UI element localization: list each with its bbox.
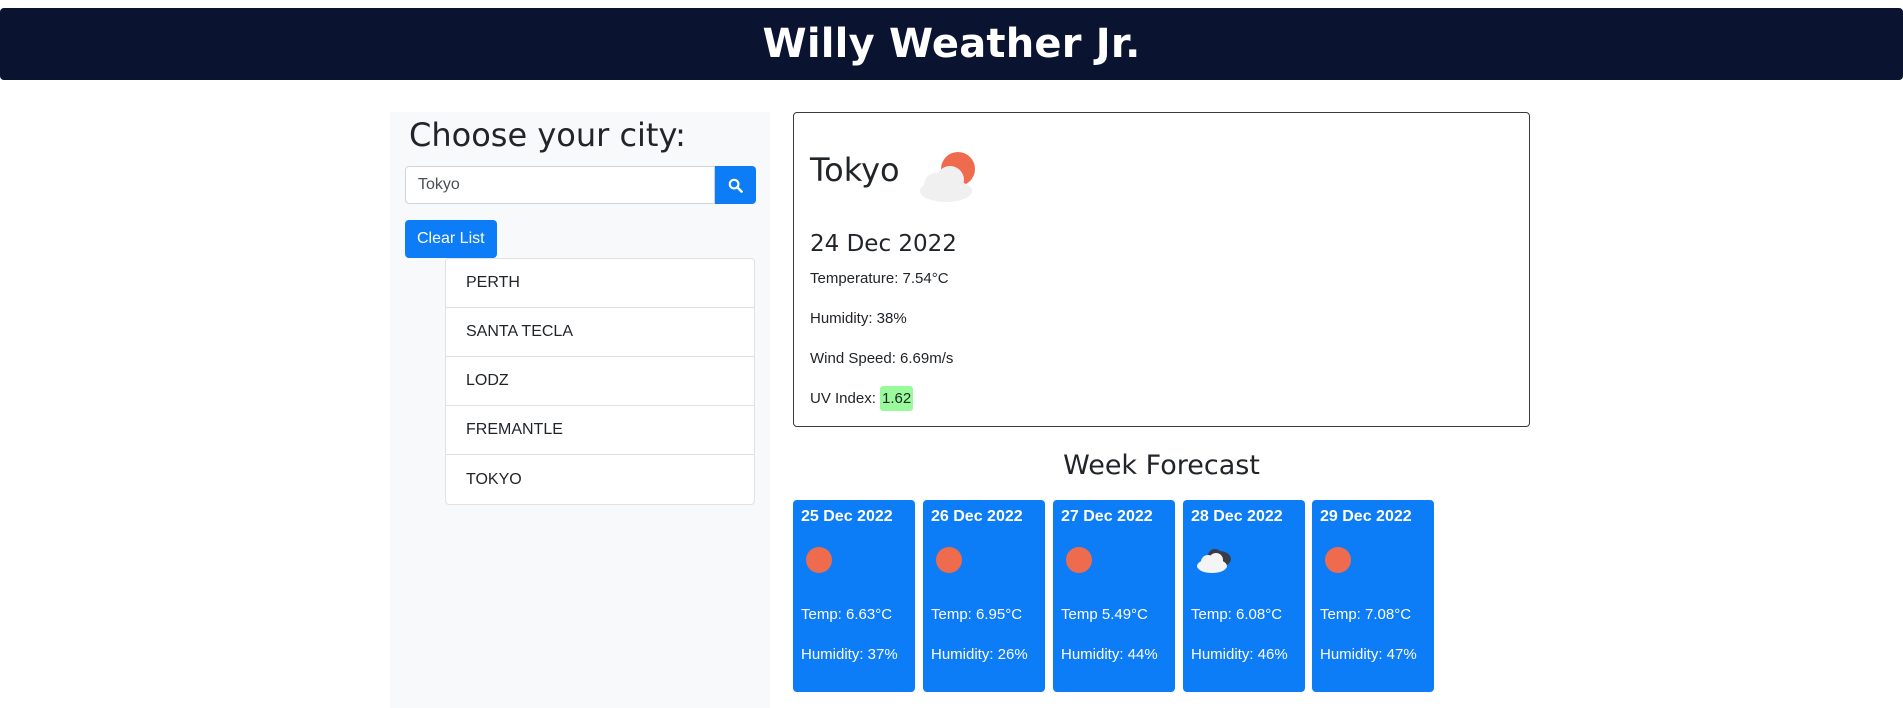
search-icon [728, 178, 743, 193]
uv-index-label: UV Index: [810, 390, 881, 407]
forecast-humidity: Humidity: 47% [1320, 646, 1417, 663]
forecast-day-card: 27 Dec 2022 Temp 5.49°C Humidity: 44% [1053, 500, 1175, 692]
forecast-date: 27 Dec 2022 [1061, 508, 1153, 525]
search-row [405, 166, 756, 204]
forecast-temp: Temp: 6.63°C [801, 606, 893, 623]
app-title: Willy Weather Jr. [762, 21, 1141, 67]
forecast-date: 25 Dec 2022 [801, 508, 893, 525]
app-header: Willy Weather Jr. [0, 8, 1903, 80]
current-uv-index: UV Index: 1.62 [810, 386, 914, 411]
forecast-day-card: 25 Dec 2022 Temp: 6.63°C Humidity: 37% [793, 500, 915, 692]
sun-icon [1325, 547, 1351, 573]
forecast-temp: Temp: 6.95°C [931, 606, 1023, 623]
forecast-humidity: Humidity: 37% [801, 646, 898, 663]
sun-icon [806, 547, 832, 573]
clear-list-button[interactable]: Clear List [405, 220, 497, 258]
city-list-item[interactable]: PERTH [446, 259, 754, 308]
current-city-name: Tokyo [810, 151, 900, 189]
forecast-date: 29 Dec 2022 [1320, 508, 1412, 525]
forecast-day-card: 29 Dec 2022 Temp: 7.08°C Humidity: 47% [1312, 500, 1434, 692]
forecast-day-card: 28 Dec 2022 Temp: 6.08°C Humidity: 46% [1183, 500, 1305, 692]
forecast-day-card: 26 Dec 2022 Temp: 6.95°C Humidity: 26% [923, 500, 1045, 692]
current-humidity: Humidity: 38% [810, 310, 907, 327]
forecast-humidity: Humidity: 46% [1191, 646, 1288, 663]
city-search-input[interactable] [405, 166, 715, 204]
city-list-item[interactable]: LODZ [446, 357, 754, 406]
current-wind-speed: Wind Speed: 6.69m/s [810, 350, 954, 367]
forecast-humidity: Humidity: 26% [931, 646, 1028, 663]
forecast-temp: Temp: 6.08°C [1191, 606, 1283, 623]
forecast-temp: Temp: 7.08°C [1320, 606, 1412, 623]
current-weather-card: Tokyo 24 Dec 2022 Temperature: 7.54°C Hu… [793, 112, 1530, 427]
sun-behind-cloud-icon [920, 152, 975, 202]
dark-cloud-icon [1197, 549, 1231, 573]
sidebar-heading: Choose your city: [409, 116, 686, 154]
uv-index-badge: 1.62 [880, 386, 914, 411]
city-list-item[interactable]: FREMANTLE [446, 406, 754, 455]
forecast-date: 28 Dec 2022 [1191, 508, 1283, 525]
forecast-humidity: Humidity: 44% [1061, 646, 1158, 663]
search-button[interactable] [715, 166, 756, 204]
forecast-title: Week Forecast [1063, 450, 1260, 481]
current-date: 24 Dec 2022 [810, 231, 957, 257]
city-list-item[interactable]: TOKYO [446, 455, 754, 504]
city-list-item[interactable]: SANTA TECLA [446, 308, 754, 357]
city-sidebar: Choose your city: Clear List PERTH SANTA… [390, 112, 770, 708]
sun-icon [1066, 547, 1092, 573]
forecast-date: 26 Dec 2022 [931, 508, 1023, 525]
current-temperature: Temperature: 7.54°C [810, 270, 949, 287]
sun-icon [936, 547, 962, 573]
city-history-list: PERTH SANTA TECLA LODZ FREMANTLE TOKYO [445, 258, 755, 505]
forecast-temp: Temp 5.49°C [1061, 606, 1148, 623]
